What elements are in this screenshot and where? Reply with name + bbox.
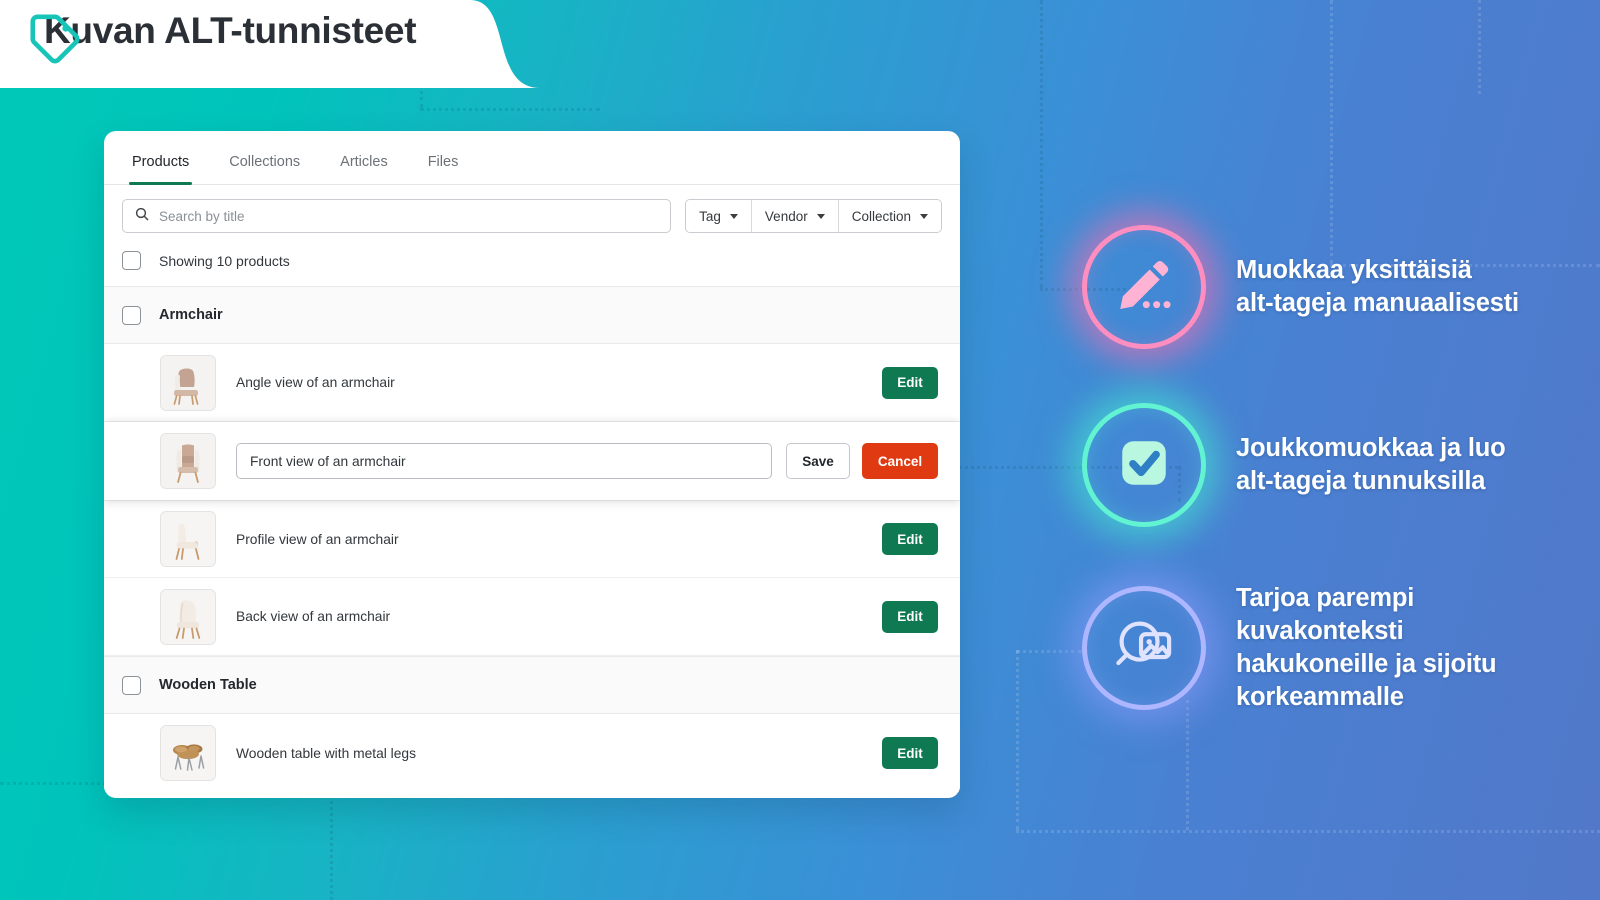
wooden-table-thumb bbox=[160, 725, 216, 781]
tab-files[interactable]: Files bbox=[428, 154, 459, 184]
alt-text-value: Back view of an armchair bbox=[236, 609, 391, 624]
table-row: Angle view of an armchair Edit bbox=[104, 344, 960, 422]
tab-articles[interactable]: Articles bbox=[340, 154, 388, 184]
chevron-down-icon bbox=[920, 213, 928, 219]
armchair-front-thumb bbox=[160, 433, 216, 489]
alt-text-value: Wooden table with metal legs bbox=[236, 745, 416, 761]
group-checkbox-wooden-table[interactable] bbox=[122, 675, 141, 695]
alt-text-value: Profile view of an armchair bbox=[236, 531, 399, 547]
filter-tag-label: Tag bbox=[699, 208, 721, 224]
filter-collection-button[interactable]: Collection bbox=[838, 200, 941, 232]
filter-vendor-button[interactable]: Vendor bbox=[751, 200, 839, 232]
group-title: Wooden Table bbox=[159, 677, 257, 693]
tab-products[interactable]: Products bbox=[128, 154, 193, 185]
showing-count-label: Showing 10 products bbox=[159, 252, 290, 269]
filter-bar: Tag Vendor Collection bbox=[104, 185, 960, 245]
tab-collections[interactable]: Collections bbox=[229, 154, 300, 184]
table-row-editing: Save Cancel bbox=[104, 422, 960, 500]
group-header-armchair: Armchair bbox=[104, 286, 960, 344]
edit-button[interactable]: Edit bbox=[882, 366, 938, 399]
callout-edit-manually: Muokkaa yksittäisiä alt-tageja manuaalis… bbox=[1082, 225, 1519, 349]
edit-button[interactable]: Edit bbox=[882, 523, 938, 555]
callout-icon-circle bbox=[1082, 586, 1206, 711]
poster-canvas: Kuvan ALT-tunnisteet Products Collection… bbox=[0, 0, 1600, 900]
glow-ring bbox=[1082, 586, 1206, 711]
alt-text-value: Angle view of an armchair bbox=[236, 375, 395, 390]
bg-dash-v5 bbox=[1478, 0, 1481, 94]
callout-icon-circle bbox=[1082, 403, 1206, 527]
glow-ring bbox=[1082, 403, 1206, 527]
search-input[interactable] bbox=[159, 208, 660, 224]
filter-group: Tag Vendor Collection bbox=[685, 199, 942, 233]
callout-text: Tarjoa parempi kuvakonteksti hakukoneill… bbox=[1236, 584, 1497, 712]
group-header-wooden-table: Wooden Table bbox=[104, 656, 960, 714]
armchair-back-thumb bbox=[160, 588, 216, 645]
bg-dash-v8 bbox=[1016, 650, 1019, 830]
callout-seo-context: Tarjoa parempi kuvakonteksti hakukoneill… bbox=[1082, 582, 1497, 715]
bg-dash-h7 bbox=[1016, 830, 1600, 833]
callout-icon-circle bbox=[1082, 225, 1206, 349]
app-card: Products Collections Articles Files Tag bbox=[104, 131, 960, 798]
bg-dash-v9 bbox=[1186, 700, 1189, 830]
armchair-angle-thumb bbox=[160, 354, 216, 411]
bg-dash-h6 bbox=[1016, 650, 1082, 653]
save-button[interactable]: Save bbox=[786, 443, 850, 479]
filter-tag-button[interactable]: Tag bbox=[686, 200, 752, 232]
callout-text: Joukkomuokkaa ja luo alt-tageja tunnuksi… bbox=[1236, 433, 1506, 495]
page-title: Kuvan ALT-tunnisteet bbox=[44, 10, 417, 51]
group-title: Armchair bbox=[159, 307, 223, 323]
table-row: Wooden table with metal legs Edit bbox=[104, 714, 960, 792]
callout-bulk-edit: Joukkomuokkaa ja luo alt-tageja tunnuksi… bbox=[1082, 403, 1506, 527]
tab-bar: Products Collections Articles Files bbox=[104, 131, 960, 185]
chevron-down-icon bbox=[816, 213, 825, 219]
alt-text-input[interactable] bbox=[236, 443, 772, 479]
group-checkbox-armchair[interactable] bbox=[122, 305, 141, 325]
cancel-button[interactable]: Cancel bbox=[862, 443, 938, 479]
edit-button[interactable]: Edit bbox=[882, 600, 938, 633]
bg-dash-v7 bbox=[330, 782, 333, 900]
callout-text: Muokkaa yksittäisiä alt-tageja manuaalis… bbox=[1236, 255, 1519, 317]
glow-ring bbox=[1082, 225, 1206, 349]
filter-collection-label: Collection bbox=[851, 208, 911, 224]
bg-dash-v3 bbox=[1040, 0, 1043, 288]
select-all-checkbox[interactable] bbox=[122, 251, 141, 270]
edit-button[interactable]: Edit bbox=[882, 737, 938, 769]
filter-vendor-label: Vendor bbox=[764, 208, 808, 224]
select-all-row: Showing 10 products bbox=[104, 245, 960, 286]
table-row: Profile view of an armchair Edit bbox=[104, 500, 960, 578]
armchair-profile-thumb bbox=[160, 511, 216, 567]
search-field[interactable] bbox=[122, 199, 672, 233]
table-row: Back view of an armchair Edit bbox=[104, 578, 960, 656]
search-icon bbox=[134, 206, 150, 227]
chevron-down-icon bbox=[729, 213, 738, 219]
bg-dash-h1 bbox=[420, 108, 600, 111]
header-ribbon: Kuvan ALT-tunnisteet bbox=[0, 0, 560, 90]
